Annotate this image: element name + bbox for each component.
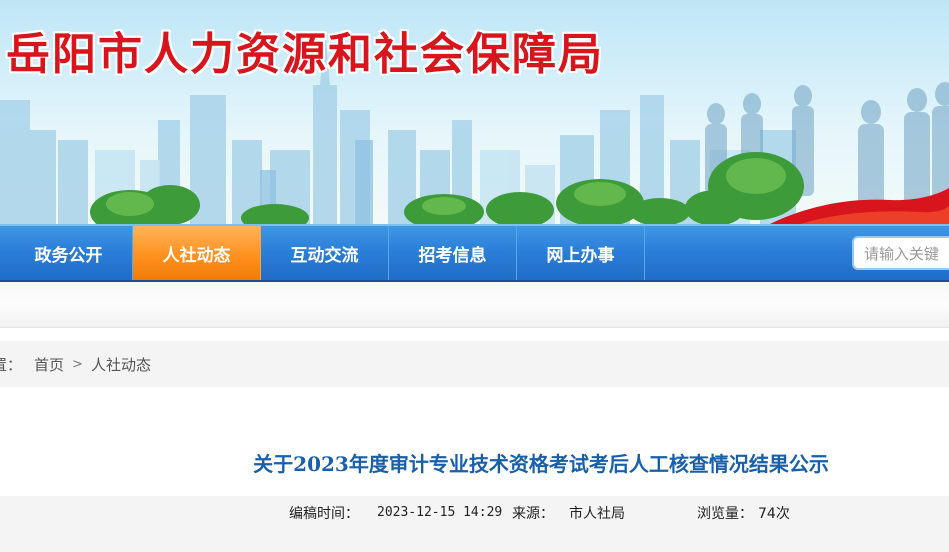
breadcrumb-home-link[interactable]: 首页 [34, 354, 64, 375]
breadcrumb: 置： 首页 > 人社动态 [0, 341, 949, 387]
site-title: 岳阳市人力资源和社会保障局 [6, 29, 604, 80]
nav-item-hr-news[interactable]: 人社动态 [133, 226, 261, 280]
nav-item-interaction[interactable]: 互动交流 [261, 226, 389, 280]
breadcrumb-separator: > [72, 356, 83, 372]
main-nav: 政务公开 人社动态 互动交流 招考信息 网上办事 请输入关键 [0, 224, 949, 282]
breadcrumb-lead: 置： [0, 355, 23, 374]
nav-shadow-band [0, 282, 949, 328]
header-banner: 岳阳市人力资源和社会保障局 [0, 0, 949, 224]
search-input[interactable]: 请输入关键 [852, 236, 949, 270]
publish-time-label: 编稿时间： [289, 506, 359, 522]
nav-item-government-affairs[interactable]: 政务公开 [5, 226, 133, 280]
view-count-label: 浏览量： [697, 506, 753, 522]
article-title: 关于2023年度审计专业技术资格考试考后人工核查情况结果公示 [253, 452, 829, 476]
nav-item-online-services[interactable]: 网上办事 [517, 226, 645, 280]
source-label: 来源： [512, 506, 554, 522]
publish-time-value: 2023-12-15 14:29 [377, 505, 503, 520]
breadcrumb-current-link[interactable]: 人社动态 [91, 354, 151, 375]
source-value: 市人社局 [569, 506, 625, 522]
nav-item-recruitment[interactable]: 招考信息 [389, 226, 517, 280]
view-count-value: 74次 [758, 506, 790, 522]
